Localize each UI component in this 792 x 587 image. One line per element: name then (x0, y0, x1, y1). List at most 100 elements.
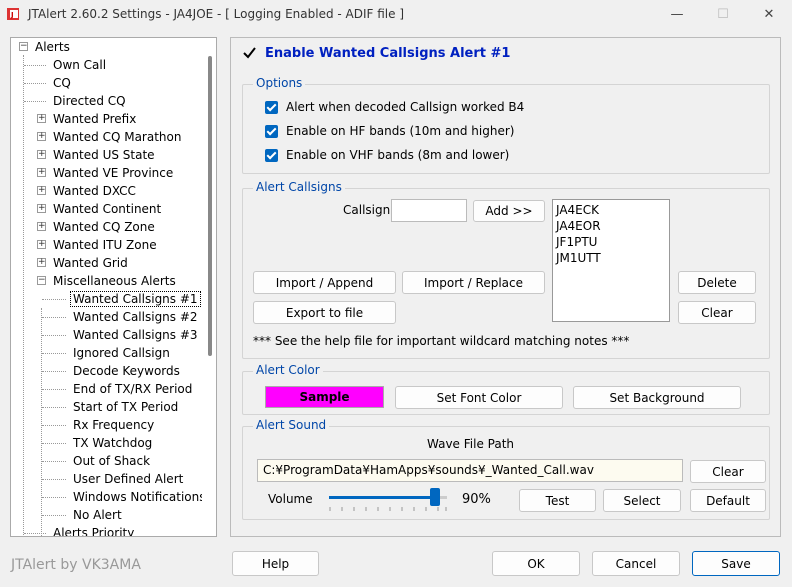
volume-ticks (329, 507, 447, 511)
window-title: JTAlert 2.60.2 Settings - JA4JOE - [ Log… (28, 7, 405, 21)
enable-alert-label: Enable Wanted Callsigns Alert #1 (265, 46, 511, 61)
tree-item[interactable]: End of TX/RX Period (71, 380, 194, 398)
save-button[interactable]: Save (692, 551, 780, 576)
alert-color-title: Alert Color (253, 363, 323, 377)
tree-expand-icon[interactable]: + (37, 168, 46, 177)
tree-collapse-icon[interactable]: − (19, 42, 28, 51)
tree-item[interactable]: Wanted CQ Marathon (51, 128, 183, 146)
tree-scrollbar[interactable] (202, 38, 216, 536)
tree-item[interactable]: Wanted US State (51, 146, 157, 164)
tree-item[interactable]: Wanted VE Province (51, 164, 175, 182)
test-sound-button[interactable]: Test (519, 489, 596, 512)
export-to-file-button[interactable]: Export to file (253, 301, 396, 324)
ok-button[interactable]: OK (492, 551, 580, 576)
list-item[interactable]: JM1UTT (556, 250, 666, 266)
select-sound-button[interactable]: Select (603, 489, 681, 512)
enable-alert-checkbox[interactable]: Enable Wanted Callsigns Alert #1 (243, 46, 510, 61)
tree-item[interactable]: Wanted ITU Zone (51, 236, 159, 254)
tree-expand-icon[interactable]: + (37, 186, 46, 195)
wildcard-note: *** See the help file for important wild… (253, 334, 630, 348)
tree-item[interactable]: Wanted Callsigns #2 (71, 308, 200, 326)
tree-item[interactable]: Start of TX Period (71, 398, 180, 416)
title-bar: J JTAlert 2.60.2 Settings - JA4JOE - [ L… (0, 0, 792, 28)
alert-color-group: Alert Color Sample Set Font Color Set Ba… (242, 363, 770, 415)
tree-expand-icon[interactable]: + (37, 132, 46, 141)
svg-text:J: J (10, 11, 14, 19)
close-button[interactable]: ✕ (746, 0, 792, 28)
checkbox-checked-icon (265, 100, 278, 114)
tree-item[interactable]: Wanted DXCC (51, 182, 138, 200)
color-sample: Sample (265, 386, 384, 408)
alert-callsigns-title: Alert Callsigns (253, 180, 345, 194)
callsign-input[interactable] (391, 199, 467, 222)
tree-item[interactable]: Wanted CQ Zone (51, 218, 157, 236)
checkmark-icon (243, 47, 256, 60)
tree-item[interactable]: CQ (51, 74, 73, 92)
wave-path-input[interactable]: C:¥ProgramData¥HamApps¥sounds¥_Wanted_Ca… (257, 459, 683, 482)
worked-b4-label: Alert when decoded Callsign worked B4 (286, 100, 525, 114)
tree-item[interactable]: Rx Frequency (71, 416, 156, 434)
hf-bands-checkbox[interactable]: Enable on HF bands (10m and higher) (265, 124, 514, 138)
clear-list-button[interactable]: Clear (678, 301, 756, 324)
alert-sound-title: Alert Sound (253, 418, 330, 432)
tree-item[interactable]: Windows Notifications (71, 488, 208, 506)
tree-item[interactable]: User Defined Alert (71, 470, 185, 488)
tree-item-alerts[interactable]: Alerts (33, 38, 72, 56)
tree-item[interactable]: Out of Shack (71, 452, 152, 470)
tree-item[interactable]: Wanted Continent (51, 200, 163, 218)
volume-slider-thumb[interactable] (430, 488, 441, 506)
set-font-color-button[interactable]: Set Font Color (395, 386, 563, 409)
set-background-button[interactable]: Set Background (573, 386, 741, 409)
tree-item[interactable]: No Alert (71, 506, 124, 524)
tree-collapse-icon[interactable]: − (37, 276, 46, 285)
list-item[interactable]: JA4ECK (556, 202, 666, 218)
help-button[interactable]: Help (232, 551, 319, 576)
checkbox-checked-icon (265, 148, 278, 162)
settings-panel: Enable Wanted Callsigns Alert #1 Options… (230, 37, 781, 537)
options-title: Options (253, 76, 306, 90)
tree-item[interactable]: TX Watchdog (71, 434, 154, 452)
tree-item[interactable]: Own Call (51, 56, 108, 74)
delete-button[interactable]: Delete (678, 271, 756, 294)
list-item[interactable]: JA4EOR (556, 218, 666, 234)
cancel-button[interactable]: Cancel (592, 551, 680, 576)
tree-expand-icon[interactable]: + (37, 258, 46, 267)
tree-item[interactable]: Wanted Callsigns #3 (71, 326, 200, 344)
volume-label: Volume (268, 492, 313, 506)
tree-item[interactable]: Alerts Priority (51, 524, 136, 536)
alert-callsigns-group: Alert Callsigns Callsign Add >> JA4ECK J… (242, 180, 770, 359)
tree-item[interactable]: Wanted Grid (51, 254, 130, 272)
minimize-button[interactable]: — (654, 0, 700, 28)
vhf-bands-label: Enable on VHF bands (8m and lower) (286, 148, 510, 162)
maximize-button: ☐ (717, 6, 729, 22)
settings-tree[interactable]: − Alerts Own Call CQ Directed CQ + Wanted Pref… (10, 37, 217, 537)
tree-scroll-thumb[interactable] (208, 56, 212, 356)
add-callsign-button[interactable]: Add >> (473, 200, 545, 222)
tree-item[interactable]: Directed CQ (51, 92, 128, 110)
volume-slider-track[interactable] (329, 488, 447, 506)
callsign-label: Callsign (343, 203, 391, 217)
callsign-list[interactable]: JA4ECK JA4EOR JF1PTU JM1UTT (552, 199, 670, 322)
alert-sound-group: Alert Sound Wave File Path C:¥ProgramDat… (242, 418, 770, 520)
worked-b4-checkbox[interactable]: Alert when decoded Callsign worked B4 (265, 100, 524, 114)
tree-item[interactable]: Wanted Prefix (51, 110, 138, 128)
clear-sound-button[interactable]: Clear (690, 460, 766, 483)
wave-path-label: Wave File Path (427, 437, 515, 451)
import-append-button[interactable]: Import / Append (253, 271, 396, 294)
jtalert-app-icon: J (6, 6, 22, 22)
hf-bands-label: Enable on HF bands (10m and higher) (286, 124, 515, 138)
options-group: Options Alert when decoded Callsign work… (242, 76, 770, 174)
tree-expand-icon[interactable]: + (37, 222, 46, 231)
tree-item[interactable]: Wanted Callsigns #1 (70, 290, 201, 308)
tree-item[interactable]: Decode Keywords (71, 362, 182, 380)
default-sound-button[interactable]: Default (690, 489, 766, 512)
tree-expand-icon[interactable]: + (37, 150, 46, 159)
tree-expand-icon[interactable]: + (37, 204, 46, 213)
vhf-bands-checkbox[interactable]: Enable on VHF bands (8m and lower) (265, 148, 509, 162)
import-replace-button[interactable]: Import / Replace (402, 271, 545, 294)
tree-item[interactable]: Ignored Callsign (71, 344, 172, 362)
tree-item[interactable]: Miscellaneous Alerts (51, 272, 178, 290)
list-item[interactable]: JF1PTU (556, 234, 666, 250)
tree-expand-icon[interactable]: + (37, 114, 46, 123)
tree-expand-icon[interactable]: + (37, 240, 46, 249)
